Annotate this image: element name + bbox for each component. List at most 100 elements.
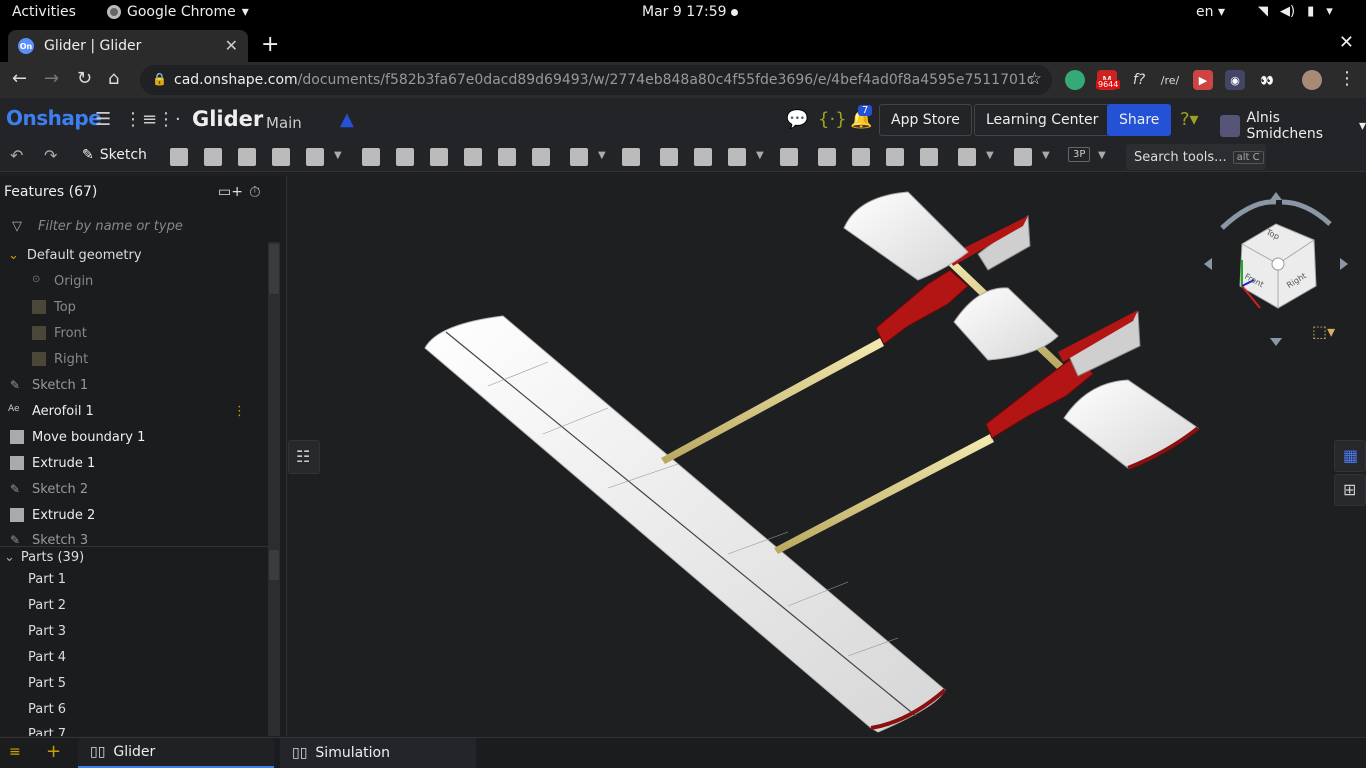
- boolean-icon[interactable]: [660, 148, 678, 166]
- sweep-icon[interactable]: [238, 148, 256, 166]
- scrollbar-thumb[interactable]: [269, 244, 279, 294]
- tab-glider[interactable]: ▯▯ Glider: [78, 738, 274, 768]
- part-row[interactable]: Part 3: [0, 618, 268, 644]
- sketch-button[interactable]: ✎ Sketch: [82, 147, 147, 163]
- extension-regex-icon[interactable]: /re/: [1160, 70, 1180, 90]
- reload-icon[interactable]: ↻: [77, 68, 92, 89]
- learning-center-button[interactable]: Learning Center: [974, 104, 1111, 136]
- activities-button[interactable]: Activities: [12, 4, 76, 20]
- app-menu[interactable]: Google Chrome ▾: [107, 4, 249, 20]
- hamburger-menu-icon[interactable]: ☰: [95, 109, 111, 130]
- caret-down-icon[interactable]: ▼: [1042, 150, 1050, 161]
- fillet-icon[interactable]: [362, 148, 380, 166]
- graduation-cap-icon[interactable]: ▲: [340, 109, 354, 130]
- draft-icon[interactable]: [430, 148, 448, 166]
- delete-part-icon[interactable]: [780, 148, 798, 166]
- parts-scrollbar[interactable]: [268, 546, 280, 736]
- close-tab-icon[interactable]: ✕: [225, 36, 238, 55]
- delete-face-icon[interactable]: [852, 148, 870, 166]
- forward-icon[interactable]: →: [44, 68, 59, 89]
- graphics-viewport[interactable]: ☷ Top Front Right ⬚▾ ▦ ⊞: [288, 176, 1366, 736]
- 3p-features-button[interactable]: 3P: [1068, 147, 1091, 162]
- browser-tab[interactable]: On Glider | Glider ✕: [8, 30, 248, 62]
- pattern-icon[interactable]: [570, 148, 588, 166]
- featurescript-icon[interactable]: {·}: [818, 109, 847, 130]
- transform-icon[interactable]: [728, 148, 746, 166]
- back-icon[interactable]: ←: [12, 68, 27, 89]
- split-icon[interactable]: [694, 148, 712, 166]
- move-face-icon[interactable]: [886, 148, 904, 166]
- chamfer-icon[interactable]: [396, 148, 414, 166]
- undo-icon[interactable]: ↶: [10, 146, 23, 165]
- onshape-logo[interactable]: Onshape: [6, 106, 102, 130]
- extension-circle-icon[interactable]: ◉: [1225, 70, 1245, 90]
- main-wing[interactable]: [424, 315, 947, 733]
- default-geometry-row[interactable]: ⌄ Default geometry: [0, 242, 268, 268]
- part-row[interactable]: Part 7: [0, 722, 268, 736]
- configurations-panel-button[interactable]: ⊞: [1334, 474, 1366, 506]
- feature-row[interactable]: Right: [0, 346, 268, 372]
- mate-connector-icon[interactable]: [1014, 148, 1032, 166]
- feature-row[interactable]: Extrude 1: [0, 450, 268, 476]
- part-row[interactable]: Part 5: [0, 670, 268, 696]
- more-options-icon[interactable]: ⋮: [233, 404, 246, 419]
- feature-row[interactable]: ⊙ Origin: [0, 268, 268, 294]
- add-tab-icon[interactable]: +: [46, 741, 61, 762]
- language-indicator[interactable]: en ▾: [1196, 4, 1225, 20]
- modify-fillet-icon[interactable]: [818, 148, 836, 166]
- clock[interactable]: Mar 9 17:59: [642, 4, 738, 20]
- extension-function-icon[interactable]: f?: [1129, 70, 1149, 90]
- plane-icon[interactable]: [958, 148, 976, 166]
- rib-icon[interactable]: [464, 148, 482, 166]
- caret-down-icon[interactable]: ▼: [986, 150, 994, 161]
- branch-label[interactable]: Main: [266, 114, 302, 132]
- add-folder-icon[interactable]: ▭+: [218, 184, 243, 200]
- extrude-icon[interactable]: [170, 148, 188, 166]
- hierarchy-icon[interactable]: ⋮≡: [124, 109, 157, 130]
- share-button[interactable]: Share: [1107, 104, 1172, 136]
- scrollbar-thumb[interactable]: [269, 550, 279, 580]
- rollback-timer-icon[interactable]: ⏱: [249, 183, 261, 201]
- feature-row[interactable]: Top: [0, 294, 268, 320]
- part-row[interactable]: Part 2: [0, 592, 268, 618]
- feature-row[interactable]: Front: [0, 320, 268, 346]
- tab-manager-icon[interactable]: ≡: [9, 744, 21, 760]
- search-tools-input[interactable]: Search tools... alt C: [1126, 144, 1266, 170]
- caret-down-icon[interactable]: ▼: [756, 150, 764, 161]
- tab-simulation[interactable]: ▯▯ Simulation: [280, 738, 476, 768]
- hole-icon[interactable]: [532, 148, 550, 166]
- part-studio-panel-button[interactable]: ▦: [1334, 440, 1366, 472]
- close-window-icon[interactable]: ✕: [1339, 32, 1354, 53]
- view-options-icon[interactable]: ⬚▾: [1312, 322, 1335, 341]
- shell-icon[interactable]: [498, 148, 516, 166]
- caret-down-icon[interactable]: ▼: [1098, 150, 1106, 161]
- profile-avatar[interactable]: [1302, 70, 1322, 90]
- feature-filter-input[interactable]: ▽ Filter by name or type: [12, 214, 267, 238]
- home-icon[interactable]: ⌂: [108, 68, 119, 89]
- mirror-icon[interactable]: [622, 148, 640, 166]
- versions-icon[interactable]: ⋮·: [157, 109, 181, 130]
- part-row[interactable]: Part 4: [0, 644, 268, 670]
- comments-icon[interactable]: 💬: [786, 109, 808, 130]
- revolve-icon[interactable]: [204, 148, 222, 166]
- feature-row[interactable]: ✎ Sketch 1: [0, 372, 268, 398]
- feature-row[interactable]: Extrude 2: [0, 502, 268, 528]
- address-bar[interactable]: 🔒 cad.onshape.com/documents/f582b3fa67e0…: [140, 65, 1052, 95]
- feature-row[interactable]: ✎ Sketch 2: [0, 476, 268, 502]
- new-tab-button[interactable]: +: [261, 32, 279, 57]
- feature-row[interactable]: Ae Aerofoil 1 ⋮: [0, 398, 268, 424]
- help-icon[interactable]: ?▾: [1180, 109, 1199, 130]
- extension-chrome-icon[interactable]: [1065, 70, 1085, 90]
- loft-icon[interactable]: [272, 148, 290, 166]
- app-store-button[interactable]: App Store: [879, 104, 972, 136]
- system-tray[interactable]: ◥ ◀) ▮ ▾: [1258, 4, 1333, 19]
- caret-down-icon[interactable]: ▼: [598, 150, 606, 161]
- features-scrollbar[interactable]: [268, 242, 280, 546]
- bookmark-star-icon[interactable]: ☆: [1027, 69, 1042, 89]
- user-menu[interactable]: Alnis Smidchens ▾: [1220, 110, 1366, 142]
- redo-icon[interactable]: ↷: [44, 146, 57, 165]
- chrome-menu-icon[interactable]: ⋮: [1338, 68, 1356, 89]
- feature-row[interactable]: Move boundary 1: [0, 424, 268, 450]
- thicken-icon[interactable]: [306, 148, 324, 166]
- extension-video-icon[interactable]: ▶: [1193, 70, 1213, 90]
